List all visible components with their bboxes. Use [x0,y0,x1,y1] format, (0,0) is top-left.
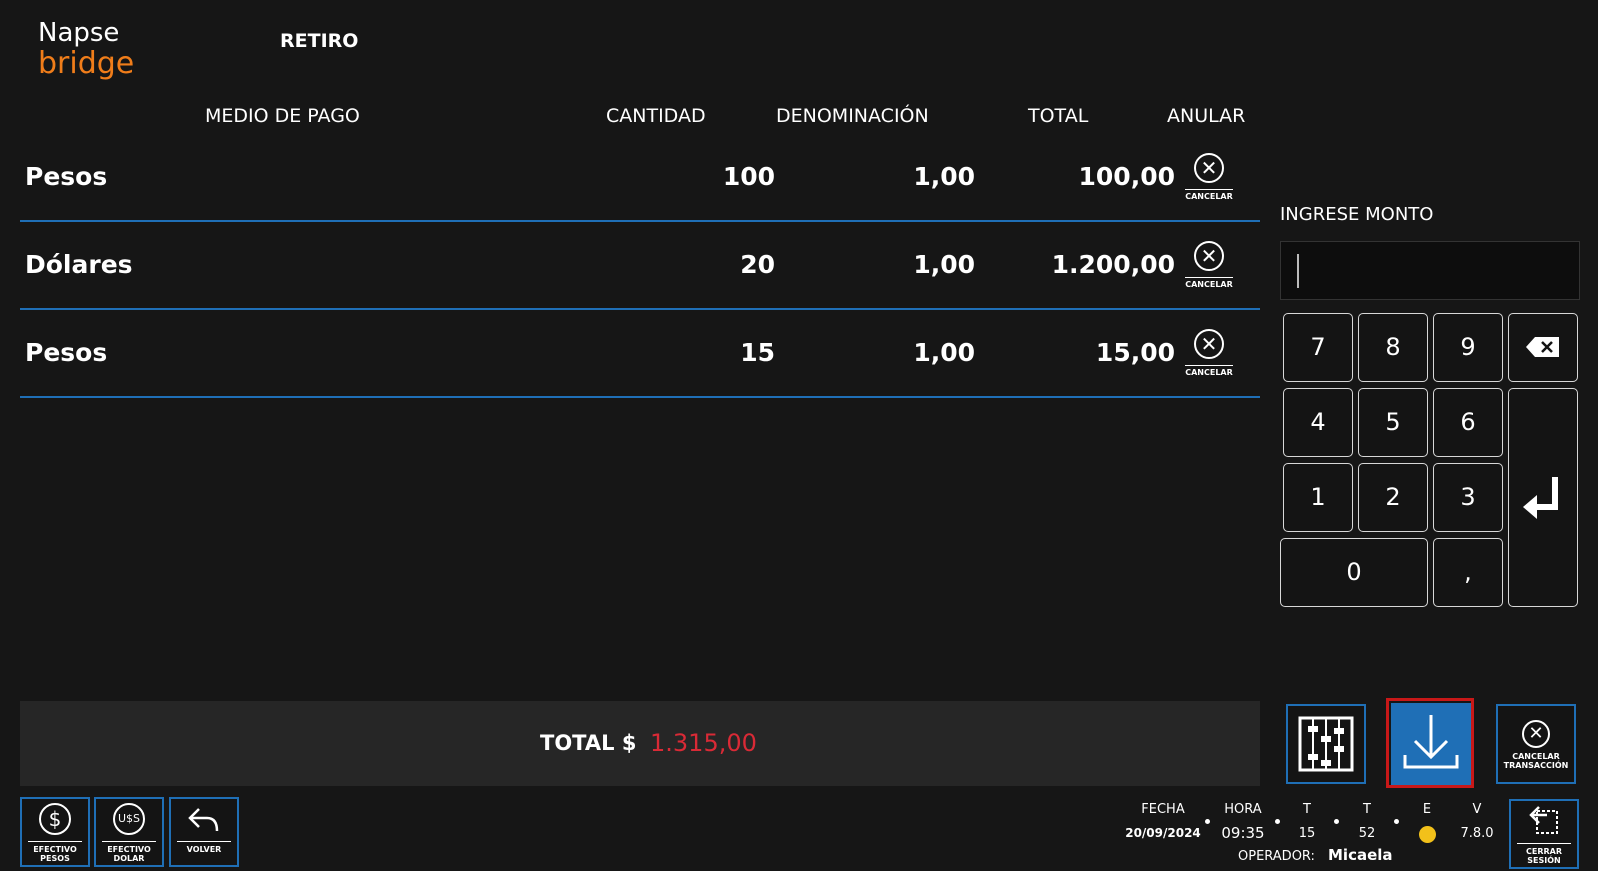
efectivo-pesos-label: EFECTIVO PESOS [28,841,82,863]
row-total: 1.200,00 [1051,250,1175,279]
brand-logo-line1: Napse [38,18,120,48]
row-medio: Pesos [25,162,108,191]
text-cursor [1297,254,1299,288]
operador-value: Micaela [1328,846,1393,864]
header-total: TOTAL [1028,105,1089,127]
header-denominacion: DENOMINACIÓN [776,105,929,127]
cerrar-sesion-label: CERRAR SESIÓN [1517,843,1571,865]
close-circle-icon: ✕ [1194,153,1224,183]
dollar-circle-icon: $ [39,803,71,835]
close-circle-icon: ✕ [1194,241,1224,271]
v-label: V [1472,802,1482,817]
row-total: 100,00 [1078,162,1175,191]
key-5[interactable]: 5 [1358,388,1428,457]
cancel-row-label: CANCELAR [1185,277,1233,289]
usd-circle-icon: U$S [113,803,145,835]
key-1[interactable]: 1 [1283,463,1353,532]
total-value: 1.315,00 [650,729,757,757]
key-7[interactable]: 7 [1283,313,1353,382]
efectivo-dolar-button[interactable]: U$S EFECTIVO DOLAR [94,797,164,867]
row-denominacion: 1,00 [913,162,975,191]
t2-label: T [1363,802,1371,817]
header-cantidad: CANTIDAD [606,105,706,127]
t2-value: 52 [1358,826,1376,841]
row-cantidad: 100 [722,162,775,191]
backspace-key[interactable] [1508,313,1578,382]
separator-dot [1205,819,1210,824]
cancel-row-button[interactable]: ✕ CANCELAR [1185,241,1233,291]
fecha-value: 20/09/2024 [1125,826,1201,840]
key-9[interactable]: 9 [1433,313,1503,382]
cancel-transaction-button[interactable]: ✕ CANCELAR TRANSACCIÓN [1496,704,1576,784]
amount-label: INGRESE MONTO [1280,204,1434,225]
logout-icon [1529,806,1558,834]
efectivo-dolar-label: EFECTIVO DOLAR [102,841,156,863]
key-0[interactable]: 0 [1280,538,1428,607]
header-anular: ANULAR [1167,105,1246,127]
key-8[interactable]: 8 [1358,313,1428,382]
cancel-transaction-label: CANCELAR TRANSACCIÓN [1503,752,1569,770]
cancel-row-button[interactable]: ✕ CANCELAR [1185,153,1233,203]
close-circle-icon: ✕ [1194,329,1224,359]
table-row[interactable]: Dólares 20 1,00 1.200,00 ✕ CANCELAR [20,221,1260,310]
row-medio: Pesos [25,338,108,367]
total-bar: TOTAL $ 1.315,00 [20,701,1260,786]
total-label: TOTAL $ [540,731,637,755]
separator-dot [1334,819,1339,824]
confirm-withdraw-button[interactable] [1391,703,1471,785]
separator-dot [1394,819,1399,824]
volver-label: VOLVER [177,841,231,854]
header-medio-de-pago: MEDIO DE PAGO [205,105,360,127]
page-title: RETIRO [280,30,359,52]
hora-value: 09:35 [1221,824,1265,842]
key-4[interactable]: 4 [1283,388,1353,457]
volver-button[interactable]: VOLVER [169,797,239,867]
version-value: 7.8.0 [1460,826,1494,841]
row-cantidad: 15 [740,338,775,367]
t1-value: 15 [1298,826,1316,841]
enter-key[interactable] [1508,388,1578,607]
table-row[interactable]: Pesos 15 1,00 15,00 ✕ CANCELAR [20,309,1260,398]
key-3[interactable]: 3 [1433,463,1503,532]
amount-input[interactable] [1280,241,1580,300]
cash-drawer-button[interactable] [1286,704,1366,784]
table-row[interactable]: Pesos 100 1,00 100,00 ✕ CANCELAR [20,133,1260,222]
separator-dot [1275,819,1280,824]
enter-icon [1523,477,1558,519]
fecha-label: FECHA [1141,802,1185,817]
key-6[interactable]: 6 [1433,388,1503,457]
operador-label: OPERADOR: [1238,849,1315,864]
status-indicator [1419,826,1436,843]
efectivo-pesos-button[interactable]: $ EFECTIVO PESOS [20,797,90,867]
row-denominacion: 1,00 [913,338,975,367]
row-medio: Dólares [25,250,133,279]
cancel-row-button[interactable]: ✕ CANCELAR [1185,329,1233,379]
hora-label: HORA [1224,802,1262,817]
download-arrow-icon [1403,715,1459,769]
brand-logo-line2: bridge [38,46,135,81]
cerrar-sesion-button[interactable]: CERRAR SESIÓN [1509,799,1579,869]
back-arrow-icon [188,808,219,832]
backspace-icon [1526,337,1559,357]
close-circle-icon: ✕ [1522,720,1550,748]
row-total: 15,00 [1095,338,1175,367]
t1-label: T [1303,802,1311,817]
abacus-icon [1298,716,1354,772]
e-label: E [1422,802,1432,817]
row-cantidad: 20 [740,250,775,279]
cancel-row-label: CANCELAR [1185,365,1233,377]
cancel-row-label: CANCELAR [1185,189,1233,201]
row-denominacion: 1,00 [913,250,975,279]
key-2[interactable]: 2 [1358,463,1428,532]
key-comma[interactable]: , [1433,538,1503,607]
